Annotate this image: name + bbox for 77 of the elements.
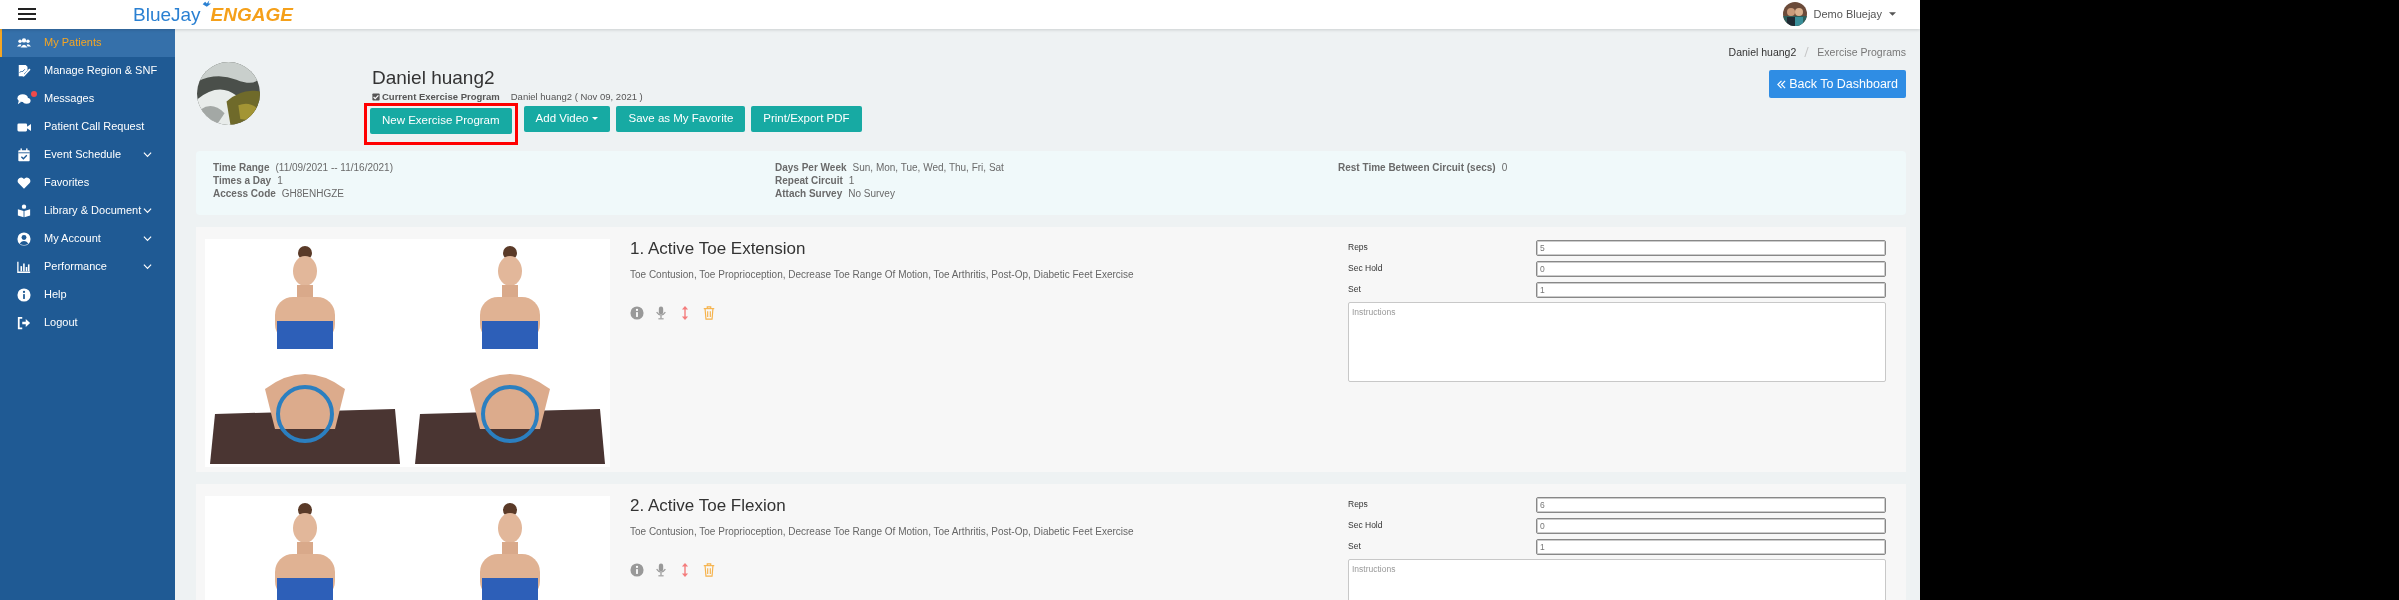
info-value: No Survey	[848, 187, 895, 199]
chat-icon	[17, 91, 31, 106]
trash-icon[interactable]	[702, 563, 716, 578]
microphone-icon[interactable]	[654, 563, 668, 578]
field-label: Set	[1348, 283, 1362, 296]
double-chevron-left-icon	[1777, 79, 1787, 89]
sidebar-item[interactable]: Performance	[0, 252, 175, 281]
info-label: Attach Survey	[775, 187, 843, 199]
info-icon[interactable]	[630, 306, 644, 321]
action-button[interactable]: New Exercise Program	[370, 107, 512, 134]
sidebar-item[interactable]: Favorites	[0, 168, 175, 197]
calendar-icon	[17, 147, 31, 162]
sidebar-item[interactable]: My Account	[0, 224, 175, 253]
info-value: GH8ENHGZE	[281, 187, 345, 199]
sidebar-item[interactable]: Help	[0, 280, 175, 309]
field-label: Reps	[1348, 498, 1369, 511]
instructions-field[interactable]: Instructions	[1348, 558, 1886, 600]
breadcrumb-link[interactable]: Daniel huang2	[1728, 44, 1797, 61]
trash-icon[interactable]	[702, 306, 716, 321]
program-value: Daniel huang2 ( Nov 09, 2021 )	[510, 90, 643, 103]
input-field[interactable]: 1	[1536, 538, 1886, 555]
exercise-title: 2. Active Toe Flexion	[630, 494, 787, 517]
info-label: Rest Time Between Circuit (secs)	[1338, 161, 1496, 173]
sidebar-item[interactable]: Patient Call Request	[0, 112, 175, 141]
info-label: Times a Day	[213, 174, 272, 186]
heart-icon	[17, 175, 31, 190]
info-icon[interactable]	[630, 563, 644, 578]
input-field[interactable]: 1	[1536, 281, 1886, 298]
field-label: Reps	[1348, 241, 1369, 254]
input-field[interactable]: 0	[1536, 260, 1886, 277]
info-value: 0	[1501, 161, 1508, 173]
bird-icon	[200, 0, 211, 8]
logout-icon	[17, 315, 31, 330]
action-button[interactable]: Print/Export PDF	[751, 105, 862, 132]
program-label: Current Exercise Program	[382, 90, 500, 103]
info-value: 1	[277, 174, 283, 186]
input-field[interactable]: 5	[1536, 239, 1886, 256]
exercise-title: 1. Active Toe Extension	[630, 237, 807, 260]
info-value: Sun, Mon, Tue, Wed, Thu, Fri, Sat	[852, 161, 1004, 173]
info-icon	[17, 287, 31, 302]
info-label: Repeat Circuit	[775, 174, 843, 186]
sidebar-item[interactable]: My Patients	[0, 28, 175, 57]
field-label: Sec Hold	[1348, 262, 1384, 275]
user-circle-icon	[17, 231, 31, 246]
field-label: Set	[1348, 540, 1362, 553]
checkbox[interactable]	[372, 92, 380, 101]
exercise-description: Toe Contusion, Toe Proprioception, Decrease Toe Range Of Motion, Toe Arthritis, Post-Op, Diabetic Feet Exercise	[630, 525, 1135, 540]
info-value: (11/09/2021 -- 11/16/2021)	[275, 161, 393, 173]
sidebar-item[interactable]: Event Schedule	[0, 140, 175, 169]
dropdown-button[interactable]: Add Video	[523, 105, 611, 132]
action-button[interactable]: Save as My Favorite	[616, 105, 746, 132]
menu-icon[interactable]	[18, 8, 36, 21]
info-label: Time Range	[213, 161, 270, 173]
user-menu[interactable]: Demo Bluejay	[1782, 2, 1896, 27]
info-value: 1	[848, 174, 855, 186]
caret-icon	[1889, 12, 1896, 17]
input-field[interactable]: 0	[1536, 517, 1886, 534]
book-reader-icon	[17, 203, 31, 218]
edit-icon	[17, 63, 31, 78]
info-label: Days Per Week	[775, 161, 847, 173]
breadcrumb-current: Exercise Programs	[1817, 44, 1906, 60]
instructions-field[interactable]: Instructions	[1348, 301, 1886, 382]
sidebar-item[interactable]: Messages	[0, 84, 175, 113]
input-field[interactable]: 6	[1536, 496, 1886, 513]
field-label: Sec Hold	[1348, 519, 1384, 532]
sidebar-item[interactable]: Library & Document	[0, 196, 175, 225]
sidebar-item[interactable]: Manage Region & SNF	[0, 56, 175, 85]
bar-chart-icon	[17, 259, 31, 274]
breadcrumb-divider	[1804, 47, 1810, 58]
exercise-description: Toe Contusion, Toe Proprioception, Decrease Toe Range Of Motion, Toe Arthritis, Post-Op, Diabetic Feet Exercise	[630, 268, 1135, 283]
microphone-icon[interactable]	[654, 306, 668, 321]
back-button[interactable]: Back To Dashboard	[1769, 70, 1906, 99]
users-icon	[17, 35, 31, 50]
logo-text[interactable]: BlueJay	[133, 4, 201, 24]
sidebar-item[interactable]: Logout	[0, 308, 175, 337]
info-label: Access Code	[213, 187, 276, 199]
patient-name: Daniel huang2	[372, 66, 496, 89]
